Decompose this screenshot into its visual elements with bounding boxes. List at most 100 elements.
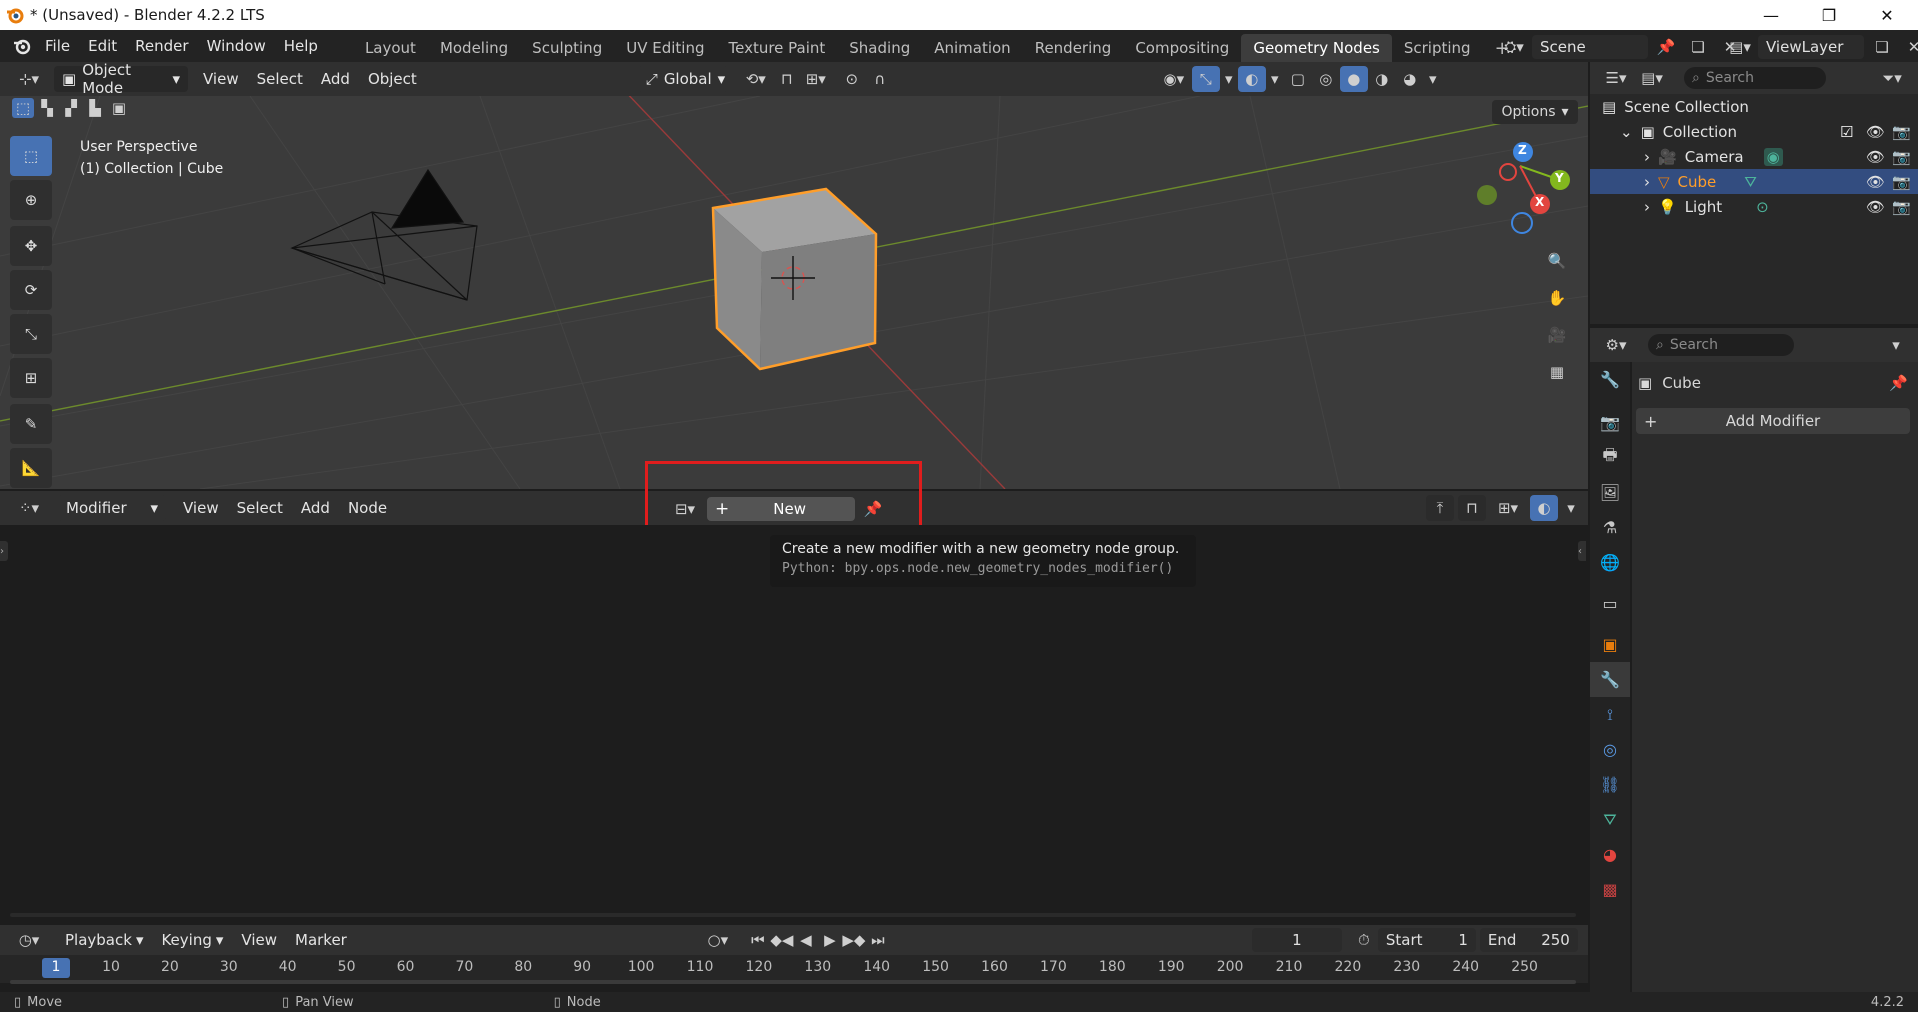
timeline-menu-view[interactable]: View xyxy=(232,927,286,953)
scene-properties-icon[interactable]: ⚗ xyxy=(1590,510,1630,545)
tab-animation[interactable]: Animation xyxy=(922,34,1022,62)
world-properties-icon[interactable]: 🌐 xyxy=(1590,545,1630,580)
next-keyframe-icon[interactable]: ▶◆ xyxy=(842,927,866,953)
node-editor-scrollbar[interactable] xyxy=(10,913,1576,917)
start-frame-field[interactable]: Start 1 xyxy=(1377,928,1476,952)
parent-node-tree-icon[interactable]: ⤒ xyxy=(1426,495,1454,521)
tab-shading[interactable]: Shading xyxy=(837,34,922,62)
data-properties-icon[interactable]: ⛛ xyxy=(1590,802,1630,837)
rendered-shading-icon[interactable]: ◕ xyxy=(1396,66,1424,92)
output-properties-icon[interactable]: 🖶 xyxy=(1590,440,1630,475)
node-tree-browse-icon[interactable]: ⊟▾ xyxy=(667,496,703,522)
timeline-editor-type-icon[interactable]: ◷▾ xyxy=(10,927,48,953)
cursor-tool-icon[interactable]: ⊕ xyxy=(10,180,52,220)
expand-arrow-icon[interactable]: › xyxy=(1644,198,1650,216)
menu-window[interactable]: Window xyxy=(198,30,275,62)
xray-toggle-icon[interactable]: ▢ xyxy=(1284,66,1312,92)
node-editor-canvas[interactable]: › ‹ Create a new modifier with a new geo… xyxy=(0,525,1588,917)
eye-icon[interactable]: 👁 xyxy=(1866,173,1885,191)
properties-search-field[interactable]: ⌕ Search xyxy=(1648,334,1794,356)
snap-target-icon[interactable]: ⊞▾ xyxy=(800,66,832,92)
select-new-icon[interactable]: ⬚ xyxy=(12,98,34,118)
chevron-down-icon[interactable]: ▾ xyxy=(1424,66,1442,92)
rotate-tool-icon[interactable]: ⟳ xyxy=(10,270,52,310)
view-layer-name-field[interactable]: ViewLayer xyxy=(1758,35,1864,59)
visibility-icon[interactable]: ◉▾ xyxy=(1156,66,1192,92)
display-mode-icon[interactable]: ▤▾ xyxy=(1634,65,1670,91)
menu-file[interactable]: File xyxy=(36,30,79,62)
select-extend-icon[interactable]: ▚ xyxy=(36,98,58,118)
wireframe-shading-icon[interactable]: ◎ xyxy=(1312,66,1340,92)
modifier-properties-icon[interactable]: 🔧 xyxy=(1590,662,1630,697)
sidebar-expand-arrow-icon[interactable]: ‹ xyxy=(1578,541,1586,561)
material-properties-icon[interactable]: ◕ xyxy=(1590,837,1630,872)
view-layer-icon[interactable]: ▤▾ xyxy=(1726,34,1754,60)
minimize-button[interactable]: — xyxy=(1742,0,1800,30)
transform-orientation-dropdown[interactable]: ⤢ Global ▾ xyxy=(637,66,728,92)
camera-data-icon[interactable]: ◉ xyxy=(1763,147,1783,166)
options-dropdown[interactable]: Options ▾ xyxy=(1492,100,1578,124)
annotate-tool-icon[interactable]: ✎ xyxy=(10,404,52,444)
play-icon[interactable]: ▶ xyxy=(818,927,842,953)
constraints-properties-icon[interactable]: ⛓ xyxy=(1590,767,1630,802)
light-data-icon[interactable]: ⊙ xyxy=(1756,198,1769,216)
scene-name-field[interactable]: Scene xyxy=(1532,35,1648,59)
jump-to-start-icon[interactable]: ⏮ xyxy=(746,927,770,953)
restore-button[interactable]: ❐ xyxy=(1800,0,1858,30)
zoom-icon[interactable]: 🔍 xyxy=(1542,246,1572,276)
node-menu-view[interactable]: View xyxy=(174,495,228,521)
particles-properties-icon[interactable]: ⟟ xyxy=(1590,697,1630,732)
toolbar-expand-arrow-icon[interactable]: › xyxy=(0,541,8,561)
camera-render-icon[interactable]: 📷 xyxy=(1892,123,1911,141)
node-menu-add[interactable]: Add xyxy=(292,495,339,521)
chevron-down-icon[interactable]: ▾ xyxy=(1882,332,1910,358)
pin-icon[interactable]: 📌 xyxy=(1889,374,1908,392)
snap-icon[interactable]: ⊓ xyxy=(774,66,800,92)
node-overlays-icon[interactable]: ◐ xyxy=(1530,495,1558,521)
frame-range-clock-icon[interactable]: ⏱ xyxy=(1350,927,1378,953)
eye-icon[interactable]: 👁 xyxy=(1866,123,1885,141)
filter-icon[interactable]: ⏷▾ xyxy=(1874,65,1910,91)
auto-keying-icon[interactable]: ○▾ xyxy=(700,927,736,953)
jump-to-end-icon[interactable]: ⏭ xyxy=(866,927,890,953)
node-menu-node[interactable]: Node xyxy=(339,495,396,521)
outliner-item-light[interactable]: › 💡 Light ⊙ 👁 📷 xyxy=(1590,194,1918,219)
gizmo-toggle-icon[interactable]: ⤡ xyxy=(1191,66,1220,92)
collapse-arrow-icon[interactable]: ⌄ xyxy=(1620,123,1633,141)
scale-tool-icon[interactable]: ⤡ xyxy=(10,314,52,354)
timeline-menu-keying[interactable]: Keying ▾ xyxy=(152,927,232,953)
3d-viewport[interactable]: Z Y X User Perspective (1) Collection | … xyxy=(0,96,1588,489)
tab-sculpting[interactable]: Sculpting xyxy=(520,34,614,62)
collection-properties-icon[interactable]: ▭ xyxy=(1590,586,1630,621)
blender-menu-icon[interactable] xyxy=(8,33,36,59)
play-reverse-icon[interactable]: ◀ xyxy=(794,927,818,953)
tab-geometry-nodes[interactable]: Geometry Nodes xyxy=(1241,34,1392,62)
prev-keyframe-icon[interactable]: ◆◀ xyxy=(770,927,794,953)
eye-icon[interactable]: 👁 xyxy=(1866,198,1885,216)
outliner-item-camera[interactable]: › 🎥 Camera ◉ 👁 📷 xyxy=(1590,144,1918,169)
timeline-scrollbar[interactable] xyxy=(10,980,1576,984)
expand-arrow-icon[interactable]: › xyxy=(1644,173,1650,191)
outliner-search-field[interactable]: ⌕ Search xyxy=(1684,67,1826,89)
close-window-button[interactable]: ✕ xyxy=(1858,0,1916,30)
pin-icon[interactable]: 📌 xyxy=(859,496,887,522)
object-mode-dropdown[interactable]: ▣ Object Mode ▾ xyxy=(54,61,188,97)
camera-render-icon[interactable]: 📷 xyxy=(1892,198,1911,216)
measure-tool-icon[interactable]: 📐 xyxy=(10,448,52,488)
select-subtract-icon[interactable]: ▞ xyxy=(60,98,82,118)
node-menu-select[interactable]: Select xyxy=(228,495,292,521)
camera-view-icon[interactable]: 🎥 xyxy=(1542,320,1572,350)
delete-view-layer-icon[interactable]: ✕ xyxy=(1900,34,1918,60)
falloff-icon[interactable]: ∩ xyxy=(866,66,894,92)
tool-properties-icon[interactable]: 🔧 xyxy=(1590,362,1630,397)
eye-icon[interactable]: 👁 xyxy=(1866,148,1885,166)
chevron-down-icon[interactable]: ▾ xyxy=(1266,66,1284,92)
physics-properties-icon[interactable]: ◎ xyxy=(1590,732,1630,767)
scene-collection-row[interactable]: ▤ Scene Collection xyxy=(1590,94,1918,119)
timeline-menu-marker[interactable]: Marker xyxy=(286,927,356,953)
pin-scene-icon[interactable]: 📌 xyxy=(1652,34,1680,60)
transform-tool-icon[interactable]: ⊞ xyxy=(10,358,52,398)
geometry-nodes-type-dropdown[interactable]: Modifier ▾ xyxy=(58,495,166,521)
viewport-menu-object[interactable]: Object xyxy=(359,66,426,92)
chevron-down-icon[interactable]: ▾ xyxy=(1562,495,1580,521)
